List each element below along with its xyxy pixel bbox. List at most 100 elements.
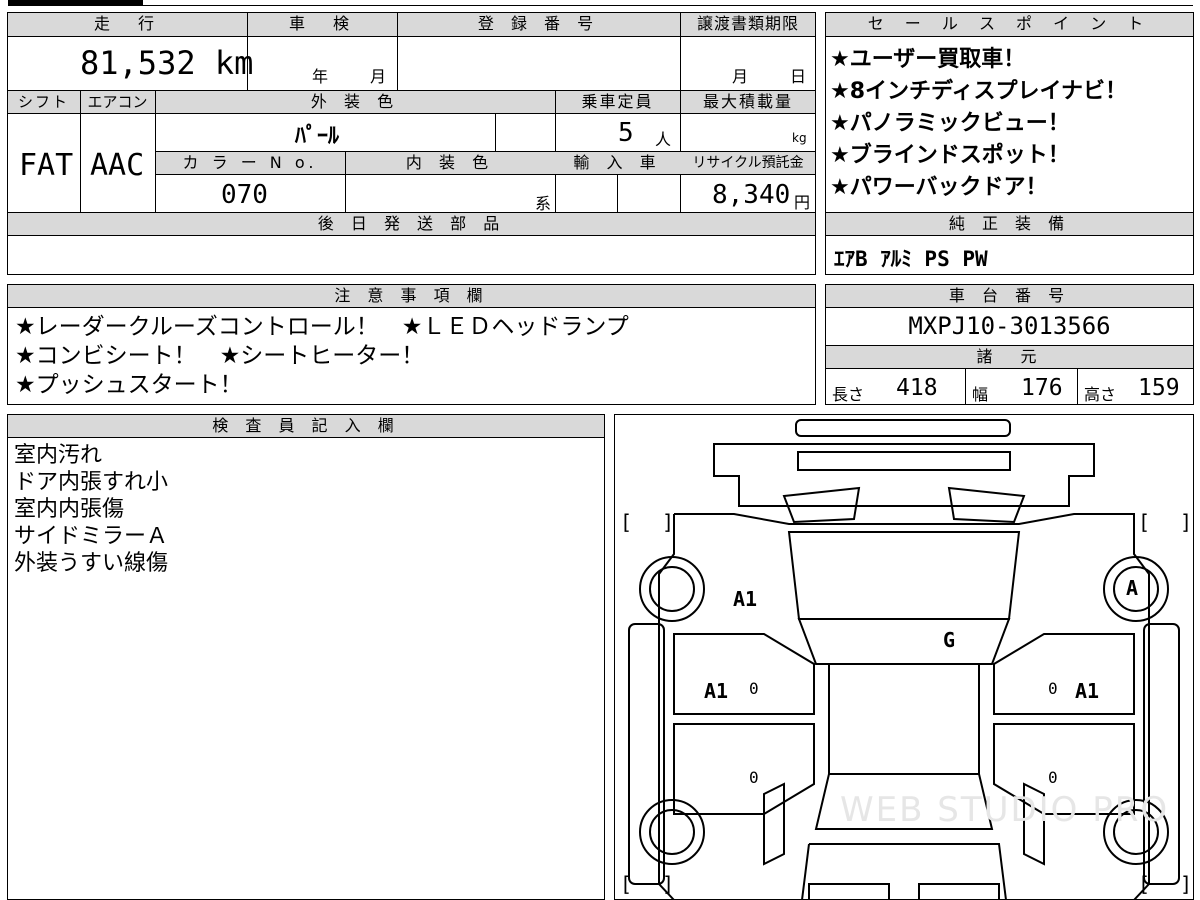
bracket-open-tr: [ [1138,510,1151,534]
capacity-label: 乗車定員 [581,92,654,111]
mark-front-left-fender: A1 [733,587,758,611]
bracket-close-bl: ] [662,872,675,896]
max-load-unit: kg [792,131,807,145]
note-line: ★プッシュスタート！ [15,372,243,398]
recycle-unit: 円 [794,193,811,212]
aircon-label: エアコン [87,93,148,111]
aircon-value: AAC [90,148,145,183]
inspector-line: 外装うすい線傷 [14,551,169,576]
bracket-close-br: ] [1180,872,1193,896]
inspection-year-unit: 年 [312,67,329,86]
inspector-line: ドア内張すれ小 [14,470,169,495]
color-no-label: カ ラ ー N o. [182,153,318,172]
mileage-value: 81,532 km [80,44,254,82]
front-bumper-shape [795,419,1011,437]
inspector-list: 室内汚れ ドア内張すれ小 室内内張傷 サイドミラーＡ 外装うすい線傷 [14,442,594,577]
inspection-month-unit: 月 [370,67,387,86]
watermark: WEB STUDIO PRO [840,790,1170,830]
genuine-equipment-value: ｴｱB ｱﾙﾐ PS PW [834,247,988,271]
inspector-label: 検 査 員 記 入 欄 [212,416,400,435]
later-parts-label: 後 日 発 送 部 品 [317,214,506,233]
sales-point-item: ★8インチディスプレイナビ！ [830,79,1128,104]
length-label: 長さ [832,385,865,404]
mark-front-right-tire: A [1126,576,1139,600]
mark-windshield: G [943,628,956,652]
interior-color-label: 内 装 色 [405,153,495,172]
registration-label: 登 録 番 号 [477,14,600,33]
inspector-line: 室内内張傷 [14,497,125,522]
divider [80,90,81,212]
mark-left-front-door-zero: 0 [749,679,759,698]
body-outline-shape [658,513,1150,900]
left-front-rim-shape [649,566,695,612]
right-front-door-shape [993,633,1135,715]
roof-shape [828,663,980,775]
shift-value: FAT [19,148,74,183]
left-rear-rim-shape [649,809,695,855]
sales-points-list: ★ユーザー買取車！ ★8インチディスプレイナビ！ ★パノラミックビュー！ ★ブラ… [830,44,1190,204]
color-no-value: 070 [221,180,268,210]
capacity-value: 5 [618,118,634,148]
note-line: ★レーダークルーズコントロール！ ★ＬＥＤヘッドランプ [15,314,629,340]
sales-point-item: ★パノラミックビュー！ [830,111,1070,136]
divider [965,369,966,405]
front-grille-bar-shape [797,451,1011,471]
bracket-open-bl: [ [620,872,633,896]
bracket-open-br: [ [1138,872,1151,896]
inspector-line: サイドミラーＡ [14,524,169,549]
divider [397,12,398,90]
mark-right-front-door-zero: 0 [1048,679,1058,698]
mark-left-front-door: A1 [704,679,729,703]
interior-color-suffix: 系 [535,194,552,213]
rear-hatch-shape [801,843,1007,900]
sales-points-label: セ ー ル ス ポ イ ン ト [867,14,1152,33]
mark-left-rear-door-zero: 0 [749,768,759,787]
bracket-close-tr: ] [1180,510,1193,534]
mileage-label: 走 行 [93,14,160,33]
divider [617,175,618,212]
notes-label: 注 意 事 項 欄 [334,286,489,305]
bracket-open-tl: [ [620,510,633,534]
transfer-day-unit: 日 [790,67,807,86]
recycle-label: リサイクル預託金 [692,155,804,171]
front-grille-shape [713,443,1095,507]
notes-list: ★レーダークルーズコントロール！ ★ＬＥＤヘッドランプ ★コンビシート！ ★シー… [15,313,810,400]
left-rear-door-shape [673,723,815,815]
length-value: 418 [896,375,938,401]
mark-right-front-door: A1 [1075,679,1100,703]
sales-point-item: ★ユーザー買取車！ [830,47,1026,72]
divider [495,114,496,151]
shift-label: シフト [17,93,69,111]
hood-shape [787,531,1021,620]
exterior-color-label: 外 装 色 [310,92,400,111]
width-label: 幅 [972,385,989,404]
rear-bumper-right-shape [918,883,1000,900]
divider [680,12,681,90]
recycle-value: 8,340 [712,180,791,210]
left-front-door-shape [673,633,815,715]
width-value: 176 [1021,375,1063,401]
top-strip-line [8,5,1193,6]
genuine-equipment-label: 純 正 装 備 [948,214,1071,233]
rear-bumper-left-shape [808,883,890,900]
note-line: ★コンビシート！ ★シートヒーター！ [15,343,425,369]
inspector-line: 室内汚れ [14,443,103,468]
mark-right-rear-door-zero: 0 [1048,768,1058,787]
height-value: 159 [1138,375,1180,401]
divider [1077,369,1078,405]
specs-label: 諸 元 [976,347,1043,366]
divider [345,151,346,212]
transfer-docs-label: 譲渡書類期限 [696,14,799,33]
windshield-shape [797,618,1011,665]
capacity-unit: 人 [655,130,672,149]
height-label: 高さ [1084,385,1117,404]
import-label: 輸 入 車 [573,153,662,172]
inspection-label: 車 検 [288,14,355,33]
sales-point-item: ★パワーバックドア！ [830,175,1048,200]
chassis-label: 車 台 番 号 [948,286,1071,305]
bracket-close-tl: ] [662,510,675,534]
exterior-color-value: ﾊﾟｰﾙ [295,124,340,149]
sales-point-item: ★ブラインドスポット！ [830,143,1070,168]
chassis-value: MXPJ10-3013566 [908,312,1111,340]
left-rear-panel-shape [763,782,785,866]
